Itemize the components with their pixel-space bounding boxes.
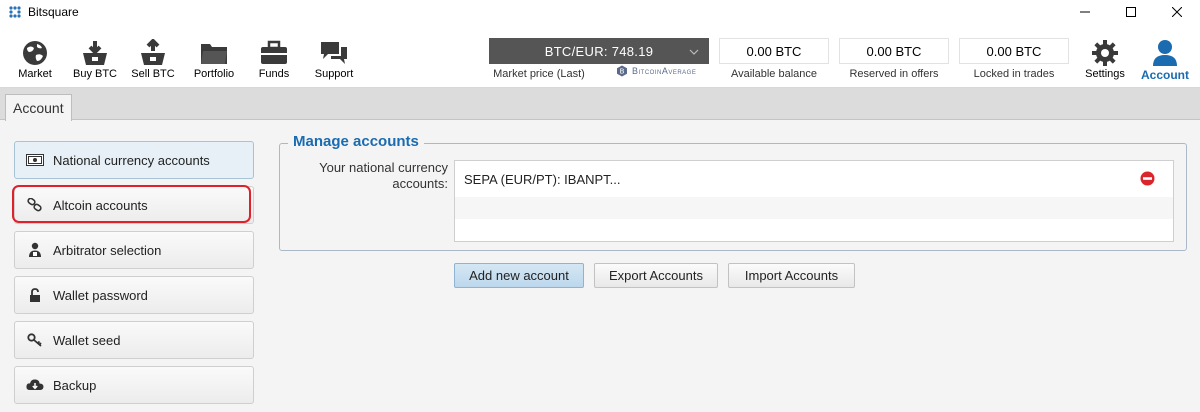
remove-icon[interactable] [1140, 171, 1155, 189]
locked-in-trades-label: Locked in trades [973, 68, 1055, 80]
toolbar-account-button[interactable]: Account [1134, 38, 1196, 82]
export-accounts-button[interactable]: Export Accounts [594, 263, 718, 288]
window-title: Bitsquare [28, 5, 79, 19]
sidebar-item-national-currency-accounts[interactable]: National currency accounts [14, 141, 254, 179]
sidebar-item-label: Backup [53, 377, 97, 393]
price-provider: B BitcoinAverage [616, 64, 696, 78]
list-item[interactable]: SEPA (EUR/PT): IBANPT... [455, 161, 1173, 197]
toolbar-label: Account [1141, 68, 1189, 82]
sidebar-item-wallet-seed[interactable]: Wallet seed [14, 321, 254, 359]
label-line: Your national currency [319, 160, 448, 175]
market-price-value: BTC/EUR: 748.19 [544, 43, 654, 59]
toolbar-label: Sell BTC [131, 68, 175, 80]
sidebar-item-label: Arbitrator selection [53, 242, 162, 258]
sidebar-item-arbitrator-selection[interactable]: Arbitrator selection [14, 231, 254, 269]
arbitrator-icon [25, 242, 45, 258]
toolbar-settings-button[interactable]: Settings [1074, 38, 1136, 80]
market-price-selector[interactable]: BTC/EUR: 748.19 [489, 38, 709, 64]
bitcoinaverage-logo-icon: B [617, 65, 627, 77]
toolbar-portfolio-button[interactable]: Portfolio [183, 38, 245, 80]
lock-icon [25, 287, 45, 303]
toolbar-label: Support [314, 68, 354, 80]
market-price-label: Market price (Last) [493, 68, 585, 80]
gear-icon [1074, 38, 1136, 68]
toolbar-buy-btc-button[interactable]: Buy BTC [64, 38, 126, 80]
toolbar-label: Buy BTC [72, 68, 117, 80]
provider-name: BitcoinAverage [632, 66, 697, 76]
import-accounts-button[interactable]: Import Accounts [728, 263, 855, 288]
buy-btc-icon [64, 38, 126, 68]
user-icon [1134, 38, 1196, 68]
locked-in-trades-value: 0.00 BTC [959, 38, 1069, 64]
title-bar: Bitsquare [0, 0, 1200, 24]
account-name: SEPA (EUR/PT): IBANPT... [464, 171, 621, 187]
close-icon [1172, 7, 1182, 17]
sidebar-item-label: Wallet password [53, 287, 148, 303]
highlight-annotation [12, 185, 251, 223]
sidebar-item-label: Wallet seed [53, 332, 121, 348]
minimize-button[interactable] [1062, 0, 1108, 24]
toolbar-label: Portfolio [193, 68, 235, 80]
tab-account[interactable]: Account [5, 94, 72, 121]
minimize-icon [1080, 11, 1090, 13]
label-line: accounts: [392, 176, 448, 191]
close-button[interactable] [1154, 0, 1200, 24]
chevron-down-icon [689, 45, 699, 60]
reserved-in-offers-value: 0.00 BTC [839, 38, 949, 64]
list-item-empty [455, 197, 1173, 219]
key-icon [25, 333, 45, 347]
main-toolbar: Market Buy BTC Sell BTC Portfolio Funds … [0, 24, 1200, 88]
toolbar-funds-button[interactable]: Funds [243, 38, 305, 80]
cloud-download-icon [25, 378, 45, 392]
toolbar-market-button[interactable]: Market [4, 38, 66, 80]
toolbar-label: Funds [258, 68, 290, 80]
manage-accounts-title: Manage accounts [288, 133, 424, 150]
sell-btc-icon [122, 38, 184, 68]
reserved-in-offers-label: Reserved in offers [849, 68, 939, 80]
chat-bubbles-icon [303, 38, 365, 68]
toolbar-sell-btc-button[interactable]: Sell BTC [122, 38, 184, 80]
toolbar-label: Settings [1085, 68, 1125, 80]
available-balance-label: Available balance [730, 68, 818, 80]
sidebar-item-backup[interactable]: Backup [14, 366, 254, 404]
sidebar-item-label: National currency accounts [53, 152, 210, 168]
toolbar-label: Market [18, 68, 52, 80]
svg-text:B: B [620, 68, 625, 76]
bitsquare-logo-icon [8, 5, 22, 19]
add-new-account-button[interactable]: Add new account [454, 263, 584, 288]
maximize-button[interactable] [1108, 0, 1154, 24]
national-currency-accounts-label: Your national currency accounts: [290, 160, 448, 192]
available-balance-value: 0.00 BTC [719, 38, 829, 64]
toolbar-support-button[interactable]: Support [303, 38, 365, 80]
globe-icon [4, 38, 66, 68]
accounts-list[interactable]: SEPA (EUR/PT): IBANPT... [454, 160, 1174, 242]
tab-strip: Account [0, 88, 1200, 121]
sidebar-item-wallet-password[interactable]: Wallet password [14, 276, 254, 314]
banknote-icon [25, 154, 45, 166]
folder-icon [183, 38, 245, 68]
briefcase-icon [243, 38, 305, 68]
maximize-icon [1126, 7, 1136, 17]
